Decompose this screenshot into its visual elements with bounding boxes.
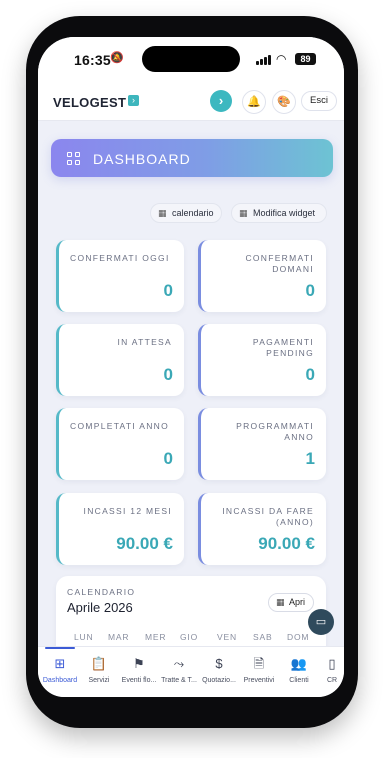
calendar-icon: ▦ xyxy=(158,208,167,218)
edit-widget-chip[interactable]: ▦ Modifica widget xyxy=(231,203,327,223)
tab-label: Clienti xyxy=(289,677,309,684)
stat-value: 0 xyxy=(305,281,315,300)
battery-icon: 89 xyxy=(295,53,316,65)
tab-label: Servizi xyxy=(88,677,110,684)
route-icon: ⤳ xyxy=(173,656,185,671)
app-screen: 16:35 🔕 ◠ 89 VELOGEST › › 🔔 🎨 Esci DASHB… xyxy=(38,37,344,697)
tab-cr[interactable]: ▯ CR xyxy=(320,647,344,697)
grid-icon xyxy=(67,152,80,165)
calendar-month-title: Aprile 2026 xyxy=(67,600,133,615)
stat-label: PAGAMENTI PENDING xyxy=(252,337,314,358)
signal-icon xyxy=(256,55,272,65)
tab-label: Tratte & T... xyxy=(161,677,197,684)
stat-value: 90.00 € xyxy=(258,534,315,553)
stat-label: IN ATTESA xyxy=(117,337,172,347)
stat-card-completati-anno[interactable]: COMPLETATI ANNO 0 xyxy=(56,408,184,480)
calendar-chip[interactable]: ▦ calendario xyxy=(150,203,222,223)
stat-label: PROGRAMMATI ANNO xyxy=(236,421,314,442)
bell-icon: 🔔 xyxy=(247,96,261,108)
wifi-icon: ◠ xyxy=(276,52,287,66)
stat-value: 90.00 € xyxy=(116,534,173,553)
stat-card-confermati-domani[interactable]: CONFERMATI DOMANI 0 xyxy=(198,240,326,312)
tab-label: Preventivi xyxy=(243,677,275,684)
weekday-label: LUN xyxy=(74,632,94,642)
stat-label: COMPLETATI ANNO xyxy=(70,421,170,431)
dollar-icon: $ xyxy=(215,656,223,671)
chat-button[interactable]: ▭ xyxy=(308,609,334,635)
weekday-label: VEN xyxy=(217,632,237,642)
widgets-icon: ▦ xyxy=(239,208,248,218)
open-calendar-label: Apri xyxy=(289,597,306,607)
stat-card-incassi-12-mesi[interactable]: INCASSI 12 MESI 90.00 € xyxy=(56,493,184,565)
stat-card-in-attesa[interactable]: IN ATTESA 0 xyxy=(56,324,184,396)
document-check-icon: 🗎 xyxy=(253,656,265,671)
tab-dashboard[interactable]: ⊞ Dashboard xyxy=(41,647,79,697)
tab-label: Dashboard xyxy=(42,677,78,684)
tab-preventivi[interactable]: 🗎 Preventivi xyxy=(240,647,278,697)
stat-value: 1 xyxy=(305,449,315,468)
tab-label: Quotazio... xyxy=(202,677,236,684)
brand-mark-icon: › xyxy=(128,95,139,106)
tab-label: CR xyxy=(326,677,338,684)
stat-card-incassi-da-fare[interactable]: INCASSI DA FARE (ANNO) 90.00 € xyxy=(198,493,326,565)
logout-button[interactable]: Esci xyxy=(301,91,337,111)
grid-icon: ⊞ xyxy=(54,656,66,671)
stat-label: INCASSI 12 MESI xyxy=(83,506,172,516)
stat-label: INCASSI DA FARE (ANNO) xyxy=(222,506,314,527)
weekday-label: MAR xyxy=(108,632,130,642)
calendar-chip-label: calendario xyxy=(172,208,214,218)
bell-slash-icon: 🔕 xyxy=(110,52,124,64)
tab-tratte[interactable]: ⤳ Tratte & T... xyxy=(160,647,198,697)
bottom-tab-bar: ⊞ Dashboard 📋 Servizi ⚑ Eventi flo... ⤳ … xyxy=(38,646,344,697)
page-title: DASHBOARD xyxy=(93,151,191,167)
weekday-label: DOM xyxy=(287,632,310,642)
status-bar: 16:35 🔕 ◠ 89 xyxy=(38,37,344,79)
clipboard-icon: 📋 xyxy=(90,656,108,671)
tab-quotazioni[interactable]: $ Quotazio... xyxy=(200,647,238,697)
calendar-icon: ▦ xyxy=(276,597,285,607)
dynamic-island xyxy=(142,46,240,72)
notifications-button[interactable]: 🔔 xyxy=(242,90,266,114)
theme-button[interactable]: 🎨 xyxy=(272,90,296,114)
calendar-kicker: CALENDARIO xyxy=(67,587,136,597)
dashboard-banner: DASHBOARD xyxy=(51,139,333,177)
stat-value: 0 xyxy=(163,365,173,384)
next-arrow-button[interactable]: › xyxy=(210,90,232,112)
stat-card-programmati-anno[interactable]: PROGRAMMATI ANNO 1 xyxy=(198,408,326,480)
app-header: VELOGEST › xyxy=(38,79,344,121)
tab-servizi[interactable]: 📋 Servizi xyxy=(80,647,118,697)
book-icon: ▯ xyxy=(328,656,336,671)
weekday-label: MER xyxy=(145,632,167,642)
open-calendar-button[interactable]: ▦ Apri xyxy=(268,593,314,612)
palette-icon: 🎨 xyxy=(277,96,291,108)
tab-eventi[interactable]: ⚑ Eventi flo... xyxy=(120,647,158,697)
stat-value: 0 xyxy=(163,281,173,300)
stat-value: 0 xyxy=(305,365,315,384)
tab-clienti[interactable]: 👥 Clienti xyxy=(280,647,318,697)
chat-icon: ▭ xyxy=(315,616,327,628)
weekday-label: SAB xyxy=(253,632,273,642)
users-icon: 👥 xyxy=(290,656,308,671)
stat-label: CONFERMATI OGGI xyxy=(70,253,170,263)
stat-card-confermati-oggi[interactable]: CONFERMATI OGGI 0 xyxy=(56,240,184,312)
brand-logo[interactable]: VELOGEST xyxy=(53,95,126,110)
stat-label: CONFERMATI DOMANI xyxy=(245,253,314,274)
stat-card-pagamenti-pending[interactable]: PAGAMENTI PENDING 0 xyxy=(198,324,326,396)
weekday-label: GIO xyxy=(180,632,198,642)
stat-value: 0 xyxy=(163,449,173,468)
flag-icon: ⚑ xyxy=(133,656,145,671)
edit-widget-label: Modifica widget xyxy=(253,208,316,218)
status-time: 16:35 xyxy=(74,52,111,68)
tab-label: Eventi flo... xyxy=(121,677,157,684)
